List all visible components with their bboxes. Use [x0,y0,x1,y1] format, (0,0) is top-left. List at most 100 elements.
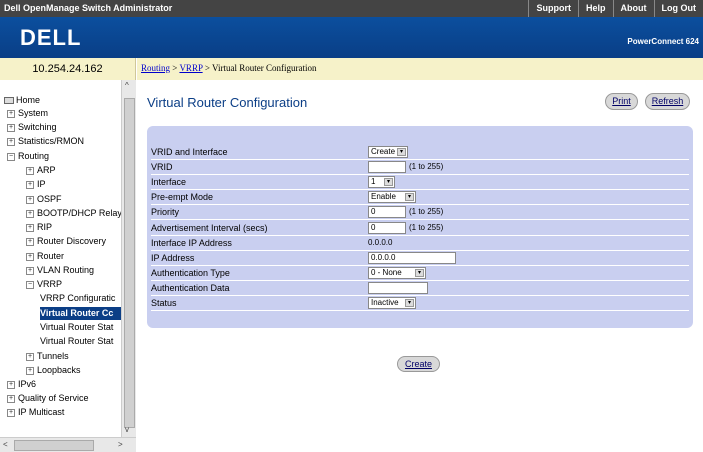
nav-item[interactable]: + Router [26,250,64,263]
nav-item-label: IP [37,179,46,189]
range-hint: (1 to 255) [409,162,444,172]
nav-item[interactable]: + Tunnels [26,350,69,363]
text-input[interactable]: 0.0.0.0 [368,251,456,264]
refresh-button[interactable]: Refresh [645,93,690,110]
breadcrumb-separator: > [202,63,213,73]
text-input[interactable]: 0 [368,221,406,234]
scroll-up-icon[interactable]: ^ [125,81,129,90]
collapse-icon[interactable]: − [26,280,34,289]
print-button[interactable]: Print [605,93,638,110]
breadcrumb-vrrp-link[interactable]: VRRP [179,63,202,73]
nav-horizontal-scrollbar[interactable]: < > [0,437,136,452]
create-button[interactable]: Create [397,356,440,372]
nav-item[interactable]: + Statistics/RMON [7,135,84,148]
form-label: Authentication Data [151,282,230,293]
chevron-down-icon[interactable]: ▾ [415,268,424,277]
nav-item[interactable]: + IP [26,178,46,191]
expand-icon[interactable]: + [7,109,15,118]
select-value: 1 [371,177,376,187]
select-field[interactable]: Create ▾ [368,146,408,158]
nav-item[interactable]: + ARP [26,164,56,177]
nav-item-label: OSPF [37,194,62,204]
app-title: Dell OpenManage Switch Administrator [4,3,173,13]
expand-icon[interactable]: + [7,394,15,403]
expand-icon[interactable]: + [7,123,15,132]
text-input[interactable]: 0 [368,206,406,219]
scroll-left-icon[interactable]: < [3,440,8,449]
select-value: 0 - None [371,267,402,277]
nav-item-label: System [18,108,49,118]
expand-icon[interactable]: + [26,223,34,232]
nav-item[interactable]: + Loopbacks [26,364,81,377]
scroll-down-icon[interactable]: v [125,425,129,434]
nav-item[interactable]: + Switching [7,121,57,134]
expand-icon[interactable]: + [7,380,15,389]
expand-icon[interactable]: + [26,195,34,204]
nav-item[interactable]: − VRRP [26,278,62,291]
chevron-down-icon[interactable]: ▾ [397,148,406,156]
select-field[interactable]: 1 ▾ [368,176,395,189]
nav-item[interactable]: + BOOTP/DHCP Relay [26,207,122,220]
logout-link[interactable]: Log Out [653,0,703,17]
expand-icon[interactable]: + [26,266,34,275]
text-input[interactable] [368,281,428,294]
dell-logo: DELL [20,25,82,50]
expand-icon[interactable]: + [7,408,15,417]
form-control: Inactive ▾ [368,297,416,310]
breadcrumb-current: Virtual Router Configuration [212,63,317,73]
switch-ip-address: 10.254.24.162 [0,58,136,80]
select-field[interactable]: Inactive ▾ [368,297,416,309]
about-link[interactable]: About [612,0,654,17]
chevron-down-icon[interactable]: ▾ [405,193,414,202]
nav-item[interactable]: + IPv6 [7,378,36,391]
scroll-right-icon[interactable]: > [118,440,123,449]
collapse-icon[interactable]: − [7,152,15,161]
nav-item[interactable]: Virtual Router Stat [40,335,113,348]
form-row: Status Inactive ▾ [151,297,689,311]
range-hint: (1 to 255) [409,222,444,232]
nav-item[interactable]: + VLAN Routing [26,264,94,277]
expand-icon[interactable]: + [26,166,34,175]
expand-icon[interactable]: + [26,252,34,261]
text-input[interactable] [368,161,406,174]
select-field[interactable]: Enable ▾ [368,191,416,204]
chevron-down-icon[interactable]: ▾ [405,299,414,307]
select-field[interactable]: 0 - None ▾ [368,266,426,279]
expand-icon[interactable]: + [26,209,34,218]
nav-item[interactable]: Virtual Router Cc [40,307,124,320]
nav-item[interactable]: + Quality of Service [7,392,89,405]
chevron-down-icon[interactable]: ▾ [384,178,393,187]
help-link[interactable]: Help [577,0,613,17]
nav-item[interactable]: VRRP Configuratic [40,292,115,305]
nav-item[interactable]: + OSPF [26,193,62,206]
support-link[interactable]: Support [528,0,578,17]
form-row: Priority 0 (1 to 255) [151,206,689,221]
nav-tree: Home + System + Switching + Statistics/RMON − Ro… [0,80,136,452]
nav-item-label: VRRP [37,279,63,289]
form-control: 1 ▾ [368,176,395,189]
nav-item[interactable]: + IP Multicast [7,406,64,419]
expand-icon[interactable]: + [26,237,34,246]
nav-item[interactable]: + RIP [26,221,52,234]
expand-icon[interactable]: + [26,352,34,361]
nav-item[interactable]: + System [7,107,48,120]
form-header [147,126,693,144]
form-control: (1 to 255) [368,161,443,174]
nav-item[interactable]: − Routing [7,150,49,163]
row-divider [151,234,689,236]
nav-item[interactable]: + Router Discovery [26,235,106,248]
scroll-thumb-horizontal[interactable] [14,440,94,451]
nav-item[interactable]: Home [4,94,40,107]
range-hint: (1 to 255) [409,207,444,217]
scroll-thumb[interactable] [124,98,135,428]
row-divider [151,189,689,191]
expand-icon[interactable]: + [26,180,34,189]
expand-icon[interactable]: + [7,137,15,146]
breadcrumb-routing-link[interactable]: Routing [141,63,170,73]
expand-icon[interactable]: + [26,366,34,375]
nav-item[interactable]: Virtual Router Stat [40,321,113,334]
nav-item-label: RIP [37,222,53,232]
nav-item-label: Virtual Router Stat [40,336,114,346]
form-label: Interface [151,177,187,188]
nav-vertical-scrollbar[interactable]: ^ v [121,80,136,437]
